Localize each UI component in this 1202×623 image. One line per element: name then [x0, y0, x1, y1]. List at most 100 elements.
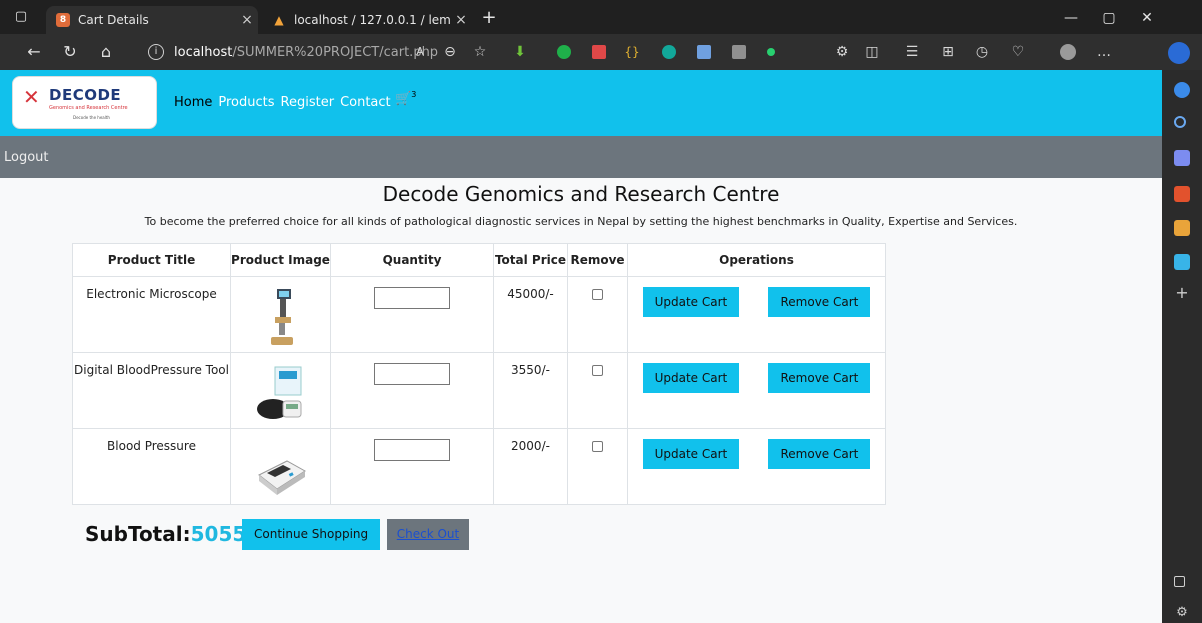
refresh-icon[interactable]: ↻ — [58, 41, 82, 63]
product-title: Electronic Microscope — [72, 276, 231, 353]
remove-cart-button[interactable]: Remove Cart — [768, 363, 871, 393]
favorites-icon[interactable]: ☰ — [902, 42, 922, 62]
back-arrow-icon[interactable]: ← — [22, 41, 46, 63]
cart-link[interactable]: 🛒3 — [395, 90, 416, 106]
download-extension-icon[interactable]: ⬇ — [510, 42, 530, 62]
read-aloud-icon[interactable]: A — [410, 42, 430, 62]
col-total-price: Total Price — [493, 243, 568, 277]
edge-sidebar: + ⚙ — [1162, 70, 1202, 623]
table-header-row: Product Title Product Image Quantity Tot… — [72, 243, 886, 277]
logo-subtitle: Genomics and Research Centre — [49, 105, 128, 111]
outlook-icon[interactable] — [1174, 254, 1190, 270]
new-tab-button[interactable]: + — [474, 8, 504, 28]
remove-cart-button[interactable]: Remove Cart — [768, 439, 871, 469]
secondary-navbar: Logout — [0, 136, 1162, 178]
page-title: Decode Genomics and Research Centre — [382, 182, 780, 206]
remove-checkbox[interactable] — [592, 365, 603, 376]
favorite-star-icon[interactable]: ☆ — [470, 42, 490, 62]
games-icon[interactable] — [1174, 220, 1190, 236]
logo-text: DECODE — [49, 86, 122, 104]
json-extension-icon[interactable]: {} — [622, 42, 642, 62]
search-icon[interactable] — [1174, 116, 1186, 128]
remove-checkbox[interactable] — [592, 289, 603, 300]
product-image-cell — [230, 276, 331, 353]
extension-icon[interactable] — [662, 45, 676, 59]
continue-shopping-button[interactable]: Continue Shopping — [242, 519, 381, 550]
operations-cell: Update Cart Remove Cart — [627, 352, 886, 429]
logout-link[interactable]: Logout — [4, 150, 49, 165]
tab-close-icon[interactable]: × — [236, 12, 258, 28]
extension-icon[interactable] — [697, 45, 711, 59]
checkout-link[interactable]: Check Out — [397, 527, 459, 541]
blood-pressure-analyzer-image — [253, 439, 309, 503]
profile-avatar-icon[interactable] — [1060, 44, 1076, 60]
extension-icon[interactable] — [767, 48, 775, 56]
bing-copilot-icon[interactable] — [1168, 42, 1190, 64]
table-row: Blood Pressure 2000/- Update Cart Remove… — [72, 428, 886, 505]
col-product-image: Product Image — [230, 243, 331, 277]
nav-products[interactable]: Products — [218, 95, 274, 110]
remove-cell — [567, 276, 628, 353]
url-path: /SUMMER%20PROJECT/cart.php — [232, 44, 439, 60]
col-remove: Remove — [567, 243, 628, 277]
hide-sidebar-icon[interactable] — [1174, 576, 1185, 587]
quantity-input[interactable] — [374, 363, 450, 385]
xampp-favicon-icon: 8 — [56, 13, 70, 27]
update-cart-button[interactable]: Update Cart — [642, 439, 740, 469]
checkout-button[interactable]: Check Out — [387, 519, 469, 550]
site-info-icon[interactable]: i — [148, 44, 164, 60]
table-row: Electronic Microscope 45000/- Update Car… — [72, 276, 886, 353]
extension-icon[interactable] — [592, 45, 606, 59]
nav-contact[interactable]: Contact — [340, 95, 391, 110]
split-screen-icon[interactable]: ◫ — [862, 42, 882, 62]
remove-cart-button[interactable]: Remove Cart — [768, 287, 871, 317]
shopping-icon[interactable] — [1174, 150, 1190, 166]
logo-tagline: Decode the health — [73, 115, 110, 120]
settings-gear-icon[interactable]: ⚙ — [1174, 606, 1190, 622]
more-menu-icon[interactable]: … — [1094, 42, 1114, 62]
browser-toolbar: ← ↻ ⌂ i localhost/SUMMER%20PROJECT/cart.… — [0, 34, 1202, 70]
cart-icon: 🛒 — [395, 91, 412, 107]
tab-actions-icon[interactable]: ▢ — [6, 7, 36, 27]
update-cart-button[interactable]: Update Cart — [642, 287, 740, 317]
grammarly-extension-icon[interactable] — [557, 45, 571, 59]
tools-icon[interactable] — [1174, 186, 1190, 202]
quantity-input[interactable] — [374, 439, 450, 461]
nav-register[interactable]: Register — [281, 95, 335, 110]
page-content: ✕ DECODE Genomics and Research Centre De… — [0, 70, 1162, 623]
url-host: localhost — [174, 44, 233, 60]
collections-icon[interactable]: ⊞ — [938, 42, 958, 62]
performance-icon[interactable]: ♡ — [1008, 42, 1028, 62]
restore-button[interactable]: ▢ — [1094, 8, 1124, 28]
dna-logo-icon: ✕ — [23, 85, 40, 109]
quantity-cell — [330, 276, 494, 353]
extensions-puzzle-icon[interactable]: ⚙ — [832, 42, 852, 62]
remove-cell — [567, 352, 628, 429]
col-product-title: Product Title — [72, 243, 231, 277]
zoom-icon[interactable]: ⊖ — [440, 42, 460, 62]
table-row: Digital BloodPressure Tool 3550/- Update… — [72, 352, 886, 429]
add-icon[interactable]: + — [1174, 285, 1190, 302]
operations-cell: Update Cart Remove Cart — [627, 428, 886, 505]
extension-icon[interactable] — [732, 45, 746, 59]
notifications-icon[interactable] — [1174, 82, 1190, 98]
tab-close-icon[interactable]: × — [450, 12, 472, 28]
col-quantity: Quantity — [330, 243, 494, 277]
tab-strip: ▢ 8 Cart Details × ▲ localhost / 127.0.0… — [0, 0, 1202, 34]
update-cart-button[interactable]: Update Cart — [642, 363, 740, 393]
site-logo[interactable]: ✕ DECODE Genomics and Research Centre De… — [12, 76, 157, 129]
tab-phpmyadmin[interactable]: ▲ localhost / 127.0.0.1 / lem / cart_ × — [262, 6, 472, 34]
nav-links: Home Products Register Contact — [174, 95, 391, 110]
nav-home[interactable]: Home — [174, 95, 212, 110]
home-icon[interactable]: ⌂ — [94, 41, 118, 63]
quantity-input[interactable] — [374, 287, 450, 309]
tab-cart-details[interactable]: 8 Cart Details × — [46, 6, 258, 34]
total-price: 2000/- — [493, 428, 568, 505]
close-window-button[interactable]: ✕ — [1132, 8, 1162, 28]
site-navbar: ✕ DECODE Genomics and Research Centre De… — [0, 70, 1162, 136]
remove-checkbox[interactable] — [592, 441, 603, 452]
minimize-button[interactable]: — — [1056, 8, 1086, 28]
operations-cell: Update Cart Remove Cart — [627, 276, 886, 353]
remove-cell — [567, 428, 628, 505]
history-icon[interactable]: ◷ — [972, 42, 992, 62]
